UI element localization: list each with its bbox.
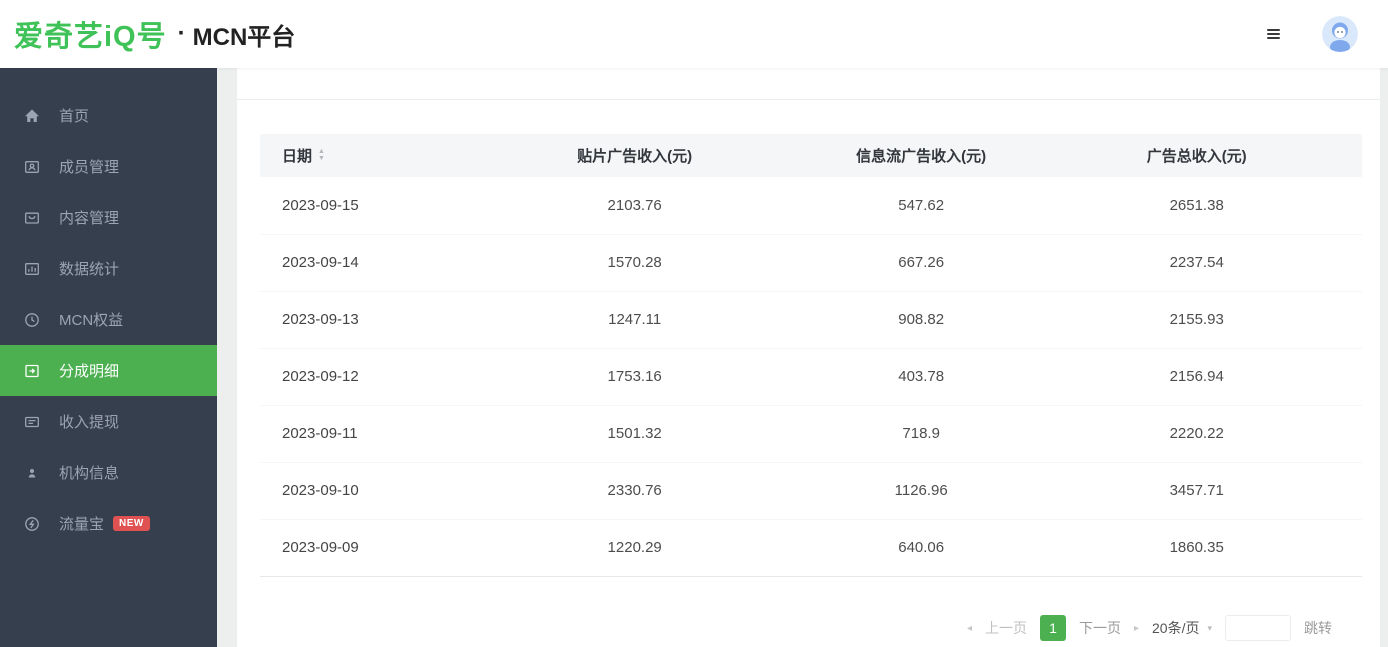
sidebar-item-label: 流量宝 [59,513,104,534]
table-row: 2023-09-15 2103.76 547.62 2651.38 [260,177,1362,234]
pagination: ◂ 上一页 1 下一页 ▸ 20条/页 ▾ 跳转 [967,615,1332,641]
page-jump-input[interactable] [1225,615,1291,641]
sidebar-item-label: 数据统计 [59,258,119,279]
current-page-button[interactable]: 1 [1040,615,1066,641]
org-info-icon [23,464,40,481]
sort-toggle-icon[interactable]: ▲▼ [318,149,325,162]
sidebar-item-label: 内容管理 [59,207,119,228]
members-icon [23,158,40,175]
cell-preroll-revenue: 1501.32 [458,405,811,462]
next-page-button[interactable]: 下一页 [1079,618,1121,638]
cell-feed-revenue: 403.78 [811,348,1031,405]
avatar-icon [1322,16,1358,52]
table-row: 2023-09-09 1220.29 640.06 1860.35 [260,519,1362,576]
cell-date: 2023-09-12 [260,348,458,405]
page-jump-button[interactable]: 跳转 [1304,618,1332,638]
cell-preroll-revenue: 1247.11 [458,291,811,348]
column-header-preroll-revenue: 贴片广告收入(元) [458,134,811,177]
new-badge: NEW [113,516,150,531]
cell-feed-revenue: 718.9 [811,405,1031,462]
cell-total-revenue: 2155.93 [1031,291,1362,348]
cell-total-revenue: 3457.71 [1031,462,1362,519]
table-row: 2023-09-12 1753.16 403.78 2156.94 [260,348,1362,405]
sidebar-item-mcn-rights[interactable]: MCN权益 [0,294,217,345]
cell-total-revenue: 2651.38 [1031,177,1362,234]
cell-feed-revenue: 908.82 [811,291,1031,348]
sidebar-item-label: 首页 [59,105,89,126]
sidebar-item-traffic[interactable]: 流量宝 NEW [0,498,217,549]
cell-total-revenue: 1860.35 [1031,519,1362,576]
traffic-icon [23,515,40,532]
column-header-date[interactable]: 日期 ▲▼ [260,134,458,177]
cell-date: 2023-09-09 [260,519,458,576]
cell-total-revenue: 2220.22 [1031,405,1362,462]
content-icon [23,209,40,226]
app-logo[interactable]: 爱奇艺iQ号 · MCN平台 [14,13,295,55]
cell-preroll-revenue: 2103.76 [458,177,811,234]
cell-preroll-revenue: 1570.28 [458,234,811,291]
home-icon [23,107,40,124]
cell-feed-revenue: 1126.96 [811,462,1031,519]
sidebar-item-members[interactable]: 成员管理 [0,141,217,192]
next-page-arrow-icon[interactable]: ▸ [1134,623,1139,634]
table-header-row: 日期 ▲▼ 贴片广告收入(元) 信息流广告收入(元) 广告总收入(元) [260,134,1362,177]
sidebar-item-label: 机构信息 [59,462,119,483]
sidebar-nav: 首页 成员管理 内容管理 数据统计 MCN权益 分成明细 收入提 [0,68,217,647]
revenue-table-body: 2023-09-15 2103.76 547.62 2651.38 2023-0… [260,177,1362,576]
content-top-divider [237,68,1380,100]
table-row: 2023-09-14 1570.28 667.26 2237.54 [260,234,1362,291]
prev-page-button[interactable]: 上一页 [985,618,1027,638]
cell-preroll-revenue: 1753.16 [458,348,811,405]
table-row: 2023-09-11 1501.32 718.9 2220.22 [260,405,1362,462]
sidebar-item-label: MCN权益 [59,309,123,330]
menu-hamburger-icon[interactable] [1263,25,1284,43]
cell-feed-revenue: 667.26 [811,234,1031,291]
stats-icon [23,260,40,277]
withdraw-icon [23,413,40,430]
cell-preroll-revenue: 2330.76 [458,462,811,519]
prev-page-arrow-icon[interactable]: ◂ [967,623,972,634]
cell-date: 2023-09-10 [260,462,458,519]
table-row: 2023-09-10 2330.76 1126.96 3457.71 [260,462,1362,519]
sidebar-item-withdraw[interactable]: 收入提现 [0,396,217,447]
cell-feed-revenue: 547.62 [811,177,1031,234]
chevron-down-icon: ▾ [1207,623,1212,634]
sidebar-item-org-info[interactable]: 机构信息 [0,447,217,498]
sidebar-item-label: 成员管理 [59,156,119,177]
sidebar-item-label: 收入提现 [59,411,119,432]
cell-date: 2023-09-11 [260,405,458,462]
column-header-total-revenue: 广告总收入(元) [1031,134,1362,177]
sidebar-item-label: 分成明细 [59,360,119,381]
sidebar-item-stats[interactable]: 数据统计 [0,243,217,294]
revenue-table-wrap: 日期 ▲▼ 贴片广告收入(元) 信息流广告收入(元) 广告总收入(元) 2023… [260,134,1362,577]
revenue-table: 日期 ▲▼ 贴片广告收入(元) 信息流广告收入(元) 广告总收入(元) 2023… [260,134,1362,577]
page-size-select[interactable]: 20条/页 ▾ [1152,618,1212,638]
user-avatar[interactable] [1322,16,1358,52]
logo-platform-text: MCN平台 [193,17,296,52]
sidebar-item-share-detail[interactable]: 分成明细 [0,345,217,396]
cell-total-revenue: 2156.94 [1031,348,1362,405]
cell-date: 2023-09-15 [260,177,458,234]
page-size-value: 20条/页 [1152,618,1199,638]
table-row: 2023-09-13 1247.11 908.82 2155.93 [260,291,1362,348]
sidebar-item-home[interactable]: 首页 [0,90,217,141]
sidebar-item-content[interactable]: 内容管理 [0,192,217,243]
share-detail-icon [23,362,40,379]
cell-feed-revenue: 640.06 [811,519,1031,576]
main-content: 日期 ▲▼ 贴片广告收入(元) 信息流广告收入(元) 广告总收入(元) 2023… [237,68,1380,647]
column-header-feed-revenue: 信息流广告收入(元) [811,134,1031,177]
topbar: 爱奇艺iQ号 · MCN平台 [0,0,1388,68]
cell-date: 2023-09-13 [260,291,458,348]
logo-brand-text: 爱奇艺iQ号 [14,13,167,55]
cell-preroll-revenue: 1220.29 [458,519,811,576]
cell-total-revenue: 2237.54 [1031,234,1362,291]
logo-separator: · [178,20,186,48]
clock-icon [23,311,40,328]
cell-date: 2023-09-14 [260,234,458,291]
column-header-date-label: 日期 [282,145,312,166]
